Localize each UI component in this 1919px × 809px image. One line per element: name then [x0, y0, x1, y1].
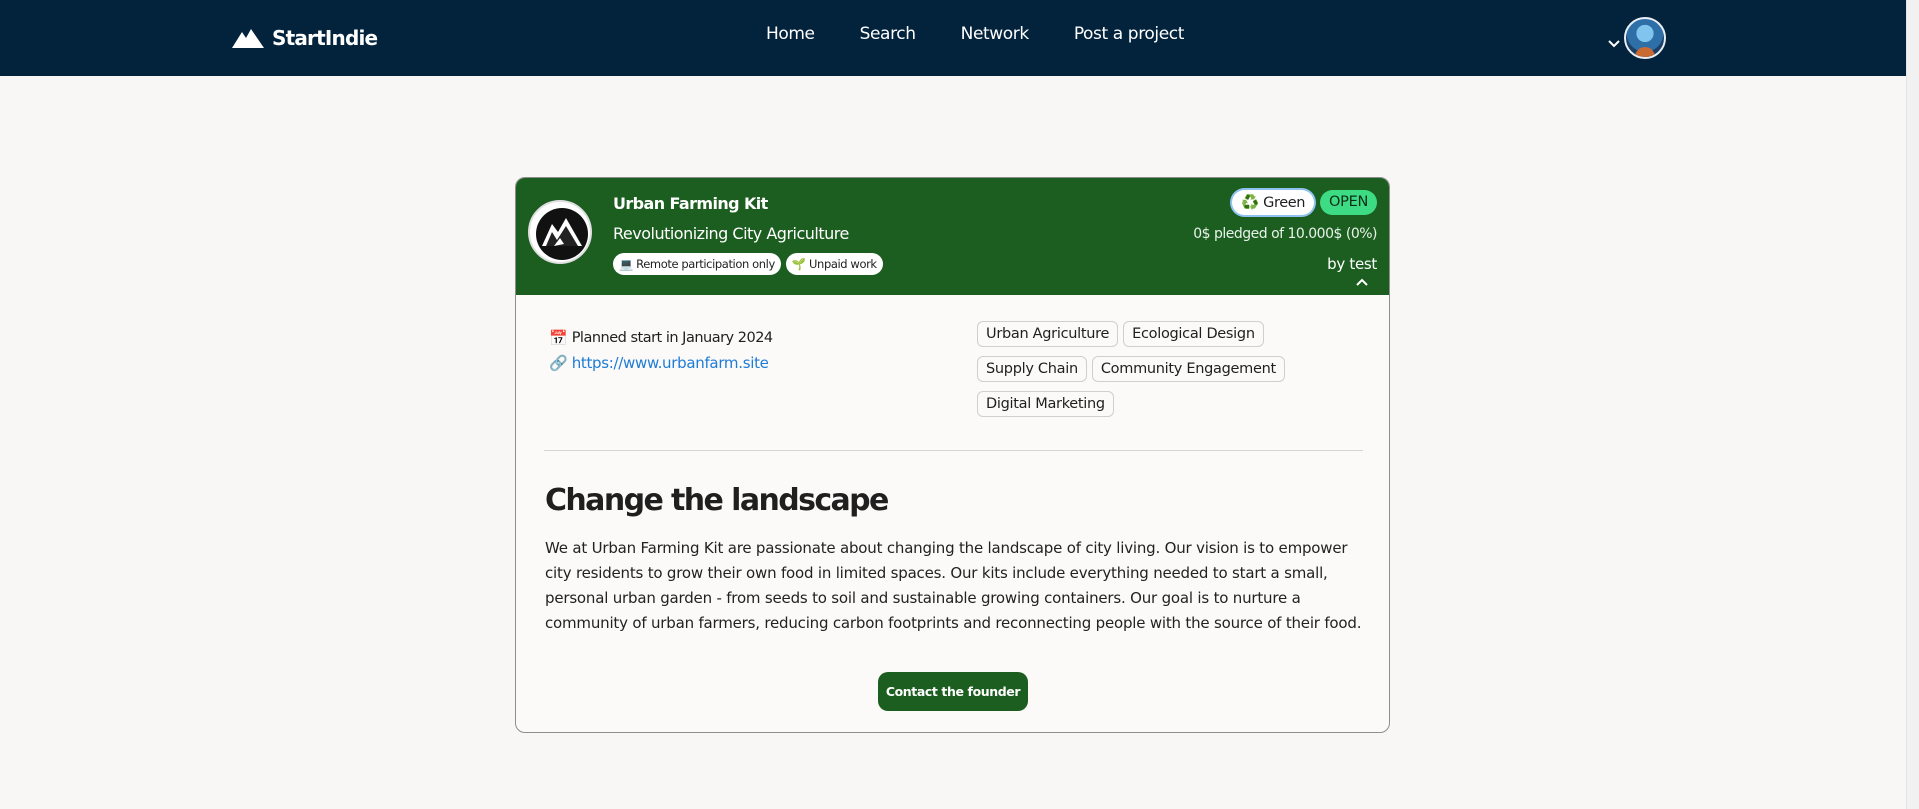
skill-tags: Urban Agriculture Ecological Design Supp…: [977, 321, 1357, 417]
skill-tag: Urban Agriculture: [977, 321, 1119, 347]
project-description: We at Urban Farming Kit are passionate a…: [545, 539, 1362, 632]
chevron-down-icon[interactable]: [1606, 35, 1622, 51]
nav-search[interactable]: Search: [860, 24, 916, 44]
brand-name: StartIndie: [272, 26, 378, 50]
skill-tag: Supply Chain: [977, 356, 1087, 382]
chip-unpaid: 🌱 Unpaid work: [785, 253, 883, 275]
pledge-status: 0$ pledged of 10.000$ (0%): [1193, 226, 1377, 242]
nav-home[interactable]: Home: [766, 24, 815, 44]
skill-tag: Digital Marketing: [977, 391, 1114, 417]
link-icon: 🔗: [549, 354, 568, 372]
divider: [544, 450, 1363, 451]
skill-tag: Ecological Design: [1123, 321, 1264, 347]
chip-remote: 💻 Remote participation only: [613, 253, 781, 275]
planned-start-row: 📅 Planned start in January 2024: [549, 325, 773, 350]
nav-network[interactable]: Network: [961, 24, 1030, 44]
website-row: 🔗 https://www.urbanfarm.site: [549, 350, 773, 375]
status-badge: OPEN: [1320, 190, 1377, 215]
brand-link[interactable]: StartIndie: [232, 22, 378, 54]
project-details: 📅 Planned start in January 2024 🔗 https:…: [549, 325, 773, 375]
project-chips: 💻 Remote participation only 🌱 Unpaid wor…: [613, 253, 883, 275]
user-menu[interactable]: [1606, 17, 1666, 59]
green-badge: ♻️ Green: [1232, 190, 1315, 215]
navbar: StartIndie Home Search Network Post a pr…: [0, 0, 1906, 76]
project-title: Urban Farming Kit: [613, 194, 768, 213]
nav-links: Home Search Network Post a project: [766, 24, 1184, 44]
project-card: Urban Farming Kit Revolutionizing City A…: [515, 177, 1390, 733]
mountain-logo-icon: [232, 29, 264, 48]
status-badges: ♻️ Green OPEN: [1232, 190, 1377, 215]
skill-tag: Community Engagement: [1091, 356, 1285, 382]
website-link[interactable]: https://www.urbanfarm.site: [572, 354, 769, 372]
planned-start: Planned start in January 2024: [571, 329, 773, 346]
contact-founder-button[interactable]: Contact the founder: [878, 672, 1028, 711]
chevron-up-icon[interactable]: [1355, 276, 1369, 288]
section-heading: Change the landscape: [545, 483, 889, 518]
avatar[interactable]: [1624, 17, 1666, 59]
scrollbar[interactable]: [1906, 0, 1919, 809]
calendar-icon: 📅: [549, 329, 568, 347]
author-byline: by test: [1327, 255, 1377, 273]
project-header: Urban Farming Kit Revolutionizing City A…: [516, 178, 1389, 295]
project-logo-icon: [528, 200, 592, 264]
project-subtitle: Revolutionizing City Agriculture: [613, 224, 849, 243]
nav-post-project[interactable]: Post a project: [1074, 24, 1185, 44]
